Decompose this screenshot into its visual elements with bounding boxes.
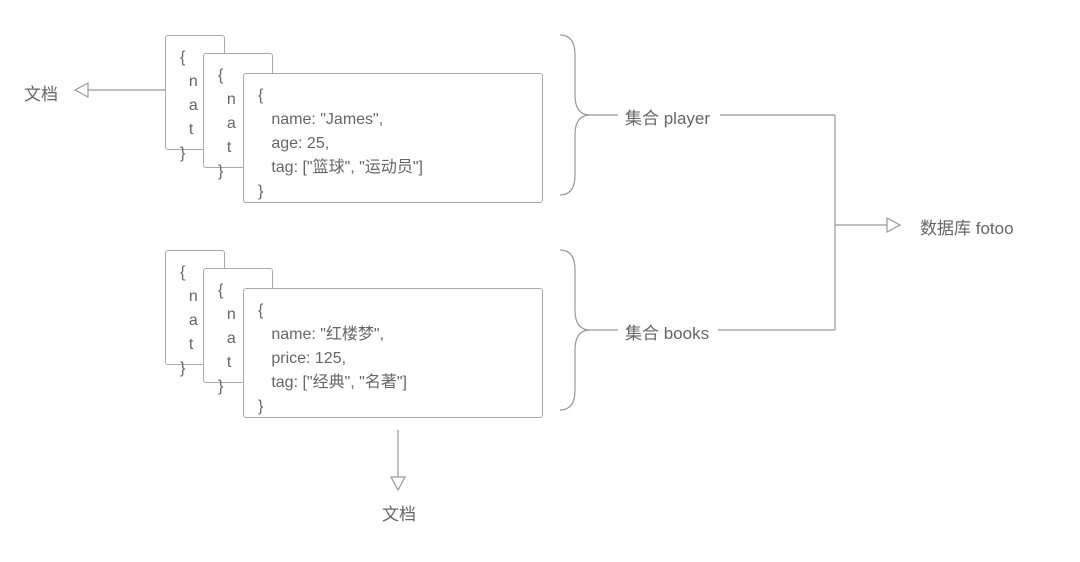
label-database: 数据库 fotoo <box>920 214 1014 239</box>
label-document-left: 文档 <box>24 80 58 105</box>
label-document-bottom: 文档 <box>382 500 416 525</box>
books-card-front: { name: "红楼梦", price: 125, tag: ["经典", "… <box>243 288 543 418</box>
label-collection-books: 集合 books <box>625 319 709 344</box>
label-collection-player: 集合 player <box>625 104 710 129</box>
player-card-front: { name: "James", age: 25, tag: ["篮球", "运… <box>243 73 543 203</box>
